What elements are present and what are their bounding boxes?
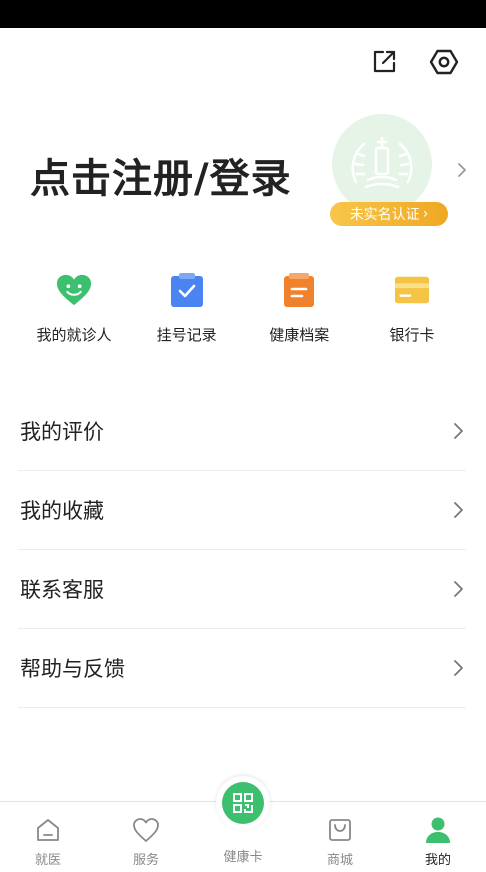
menu-item-my-reviews[interactable]: 我的评价 xyxy=(18,392,466,471)
tab-services[interactable]: 服务 xyxy=(106,802,186,872)
clipboard-check-icon xyxy=(169,272,205,308)
qr-code-icon xyxy=(233,793,253,813)
shortcut-label: 我的就诊人 xyxy=(36,326,112,344)
tab-label: 服务 xyxy=(132,853,159,868)
shortcut-label: 挂号记录 xyxy=(156,326,217,344)
login-register-prompt[interactable]: 点击注册/登录 xyxy=(30,146,292,204)
settings-icon xyxy=(429,49,459,75)
status-bar xyxy=(0,0,486,28)
menu-item-label: 我的收藏 xyxy=(20,499,104,523)
heart-outline-icon xyxy=(132,816,160,844)
chevron-right-icon xyxy=(454,502,463,518)
avatar[interactable] xyxy=(332,114,432,214)
menu-item-my-favorites[interactable]: 我的收藏 xyxy=(18,471,466,550)
real-name-verify-badge[interactable]: 未实名认证 › xyxy=(330,202,448,226)
shortcut-health-records[interactable]: 健康档案 xyxy=(243,272,355,345)
shortcut-patients[interactable]: 我的就诊人 xyxy=(18,272,130,345)
tab-label: 商城 xyxy=(326,853,353,868)
chevron-right-icon xyxy=(454,581,463,597)
menu-item-customer-service[interactable]: 联系客服 xyxy=(18,550,466,629)
health-card-button xyxy=(216,776,270,830)
tab-mine[interactable]: 我的 xyxy=(398,802,478,872)
header-actions xyxy=(368,44,460,80)
settings-button[interactable] xyxy=(428,44,460,80)
chevron-right-icon xyxy=(454,660,463,676)
shortcut-bank-card[interactable]: 银行卡 xyxy=(356,272,468,345)
tab-mall[interactable]: 商城 xyxy=(300,802,380,872)
bank-card-icon xyxy=(394,272,430,308)
shopping-bag-icon xyxy=(326,816,354,844)
shortcut-registration-records[interactable]: 挂号记录 xyxy=(131,272,243,345)
document-icon xyxy=(281,272,317,308)
tab-label: 健康卡 xyxy=(223,850,263,865)
profile-chevron-icon[interactable] xyxy=(456,160,468,180)
tab-label: 就医 xyxy=(34,853,61,868)
settings-menu: 我的评价 我的收藏 联系客服 帮助与反馈 xyxy=(18,392,466,708)
verify-badge-chevron-icon: › xyxy=(422,206,429,222)
tab-medical[interactable]: 就医 xyxy=(8,802,88,872)
shortcut-label: 银行卡 xyxy=(389,326,435,344)
person-icon xyxy=(424,816,452,844)
chevron-right-icon xyxy=(454,423,463,439)
menu-item-label: 联系客服 xyxy=(20,578,104,602)
shortcut-grid: 我的就诊人 挂号记录 健康档案 银行卡 xyxy=(18,272,468,345)
menu-item-label: 帮助与反馈 xyxy=(20,657,125,681)
menu-item-label: 我的评价 xyxy=(20,420,104,444)
home-icon xyxy=(34,816,62,844)
tab-health-card[interactable]: 健康卡 xyxy=(203,776,283,872)
share-button[interactable] xyxy=(368,44,400,80)
shortcut-label: 健康档案 xyxy=(269,326,330,344)
tab-label: 我的 xyxy=(424,853,451,868)
heart-smile-icon xyxy=(56,272,92,308)
menu-item-help-feedback[interactable]: 帮助与反馈 xyxy=(18,629,466,708)
hospital-emblem-icon xyxy=(332,114,432,214)
verify-badge-label: 未实名认证 xyxy=(349,207,420,223)
share-icon xyxy=(373,50,396,73)
